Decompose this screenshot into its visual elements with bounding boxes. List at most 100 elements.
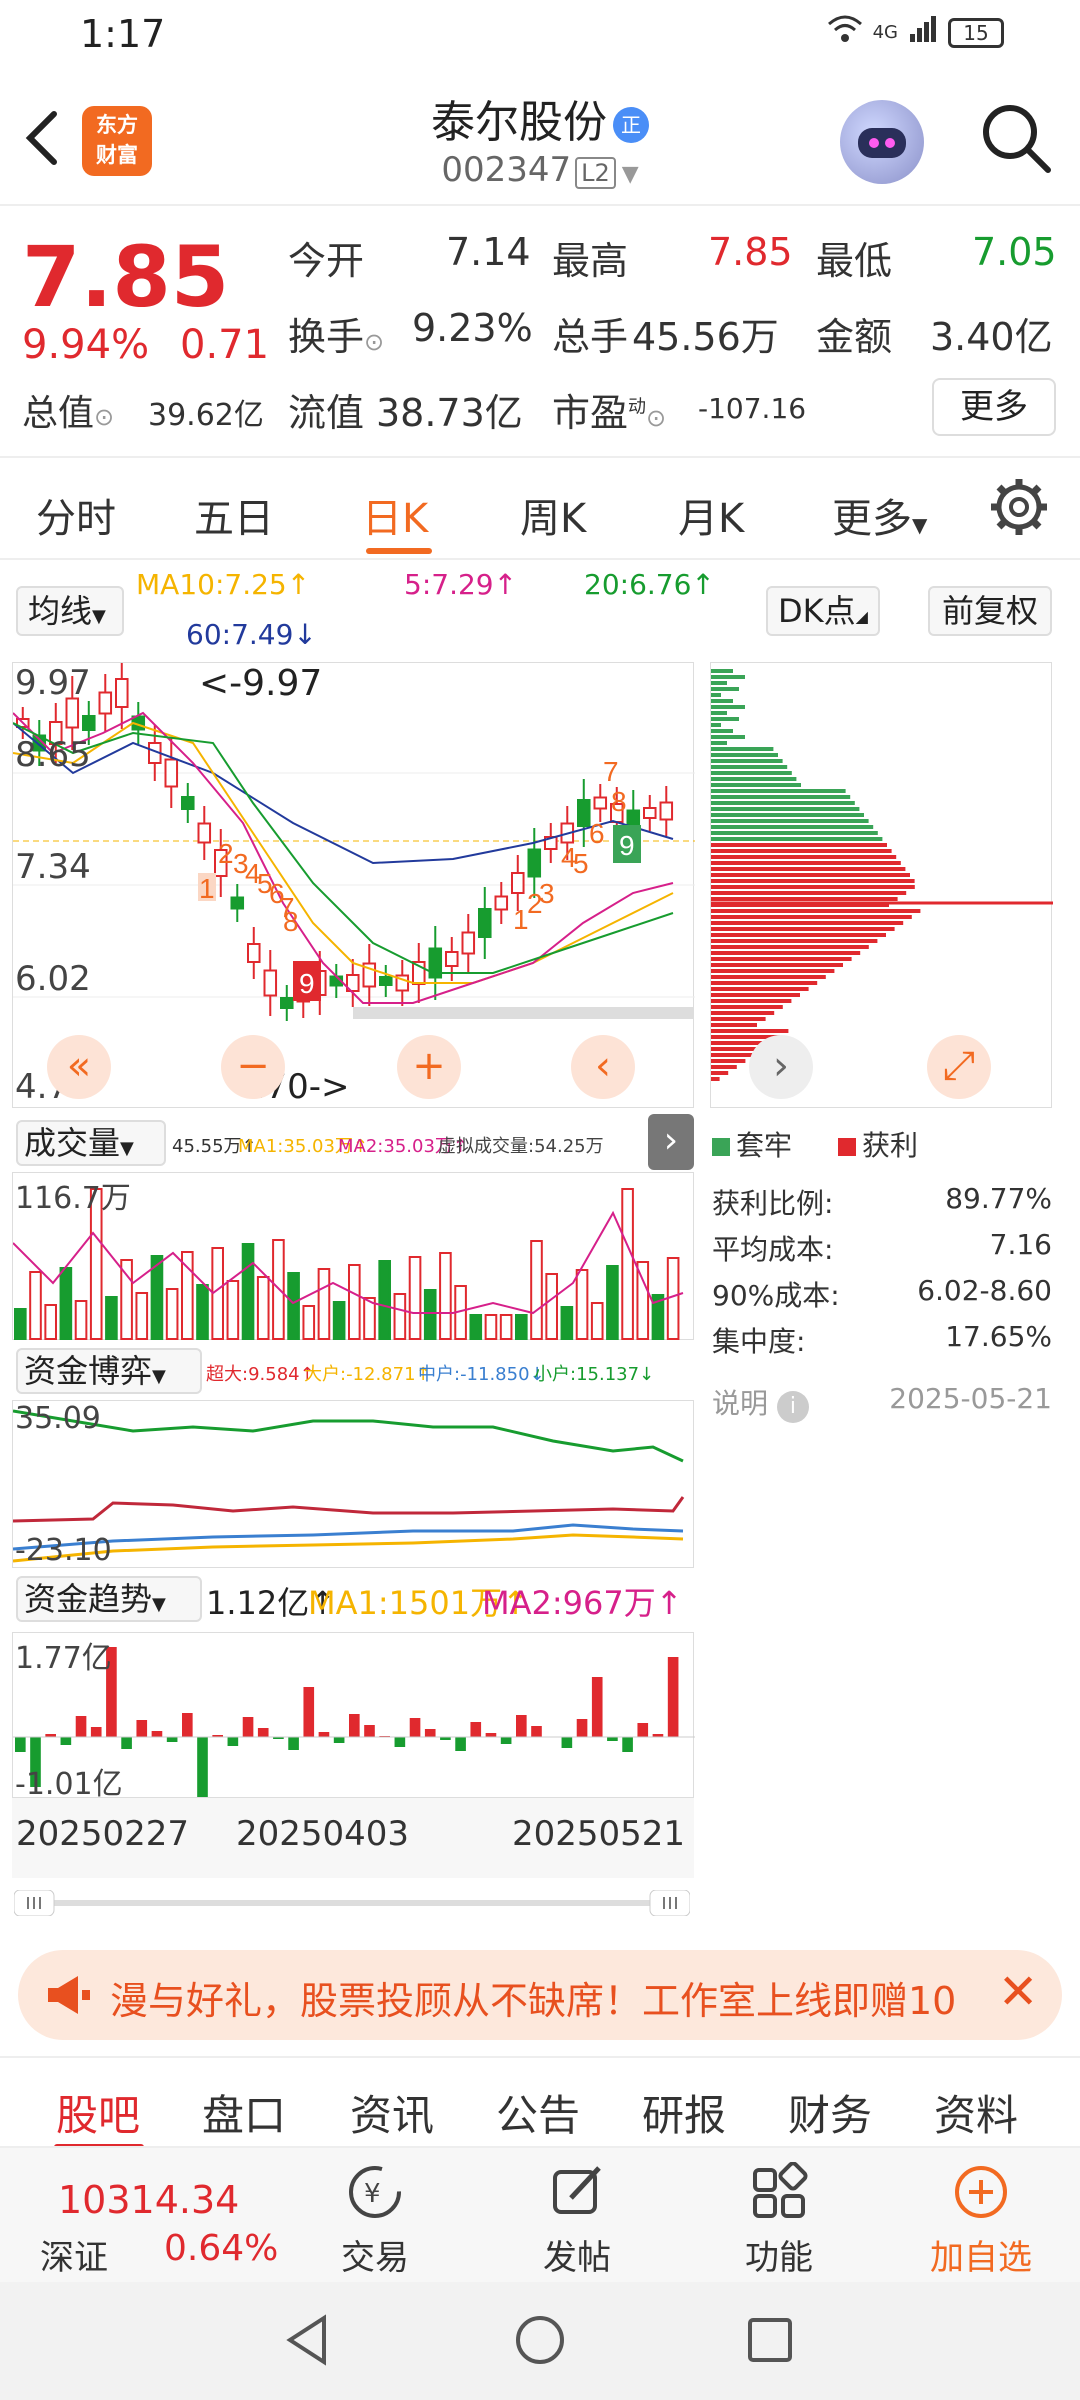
volume-bar — [606, 1265, 619, 1340]
trend-bar — [90, 1727, 102, 1737]
volume-indicator-select[interactable]: 成交量▼ — [16, 1120, 166, 1166]
volume-y-max: 116.7万 — [15, 1181, 131, 1216]
chip-bar — [711, 831, 878, 835]
chip-bar — [711, 1017, 766, 1021]
tab-daily-k[interactable]: 日K — [362, 486, 428, 544]
tab-financials[interactable]: 财务 — [788, 2082, 872, 2143]
expand-icon[interactable]: ⤢ — [927, 1035, 991, 1099]
volume-bar — [59, 1267, 73, 1340]
chip-bar — [711, 1053, 754, 1057]
concentration-row: 集中度: 17.65% — [712, 1320, 1052, 1358]
svg-text:2: 2 — [218, 838, 234, 869]
info-icon: i — [776, 1391, 809, 1423]
tab-weekly-k[interactable]: 周K — [520, 486, 586, 544]
tab-order-book[interactable]: 盘口 — [202, 2082, 286, 2143]
max-marker: <-9.97 — [199, 663, 323, 704]
candle — [197, 822, 212, 844]
tab-forum[interactable]: 股吧 — [56, 2082, 140, 2143]
tab-news[interactable]: 资讯 — [350, 2082, 434, 2143]
zoom-out-button[interactable]: − — [221, 1035, 285, 1099]
nav-back-icon[interactable] — [280, 2312, 336, 2372]
dk-point-button[interactable]: DK点◢ — [766, 586, 880, 636]
chip-bar — [711, 909, 921, 913]
functions-button[interactable]: 功能 — [714, 2161, 844, 2279]
fund-game-chart[interactable]: 35.09 -23.10 — [12, 1400, 694, 1568]
robot-assistant-icon[interactable] — [840, 100, 924, 184]
scroll-left-button[interactable]: ‹ — [571, 1035, 635, 1099]
chip-bar — [711, 963, 843, 967]
info-icon[interactable]: ⊙ — [646, 404, 666, 432]
more-button[interactable]: 更多 — [932, 378, 1056, 436]
gear-icon[interactable] — [988, 476, 1050, 538]
svg-text:7: 7 — [603, 756, 619, 787]
svg-text:1: 1 — [199, 873, 215, 904]
info-icon[interactable]: ⊙ — [364, 328, 384, 356]
tab-more[interactable]: 更多▼ — [832, 486, 927, 544]
trade-button[interactable]: ¥ 交易 — [310, 2162, 440, 2279]
volume-chart[interactable]: 116.7万 — [12, 1172, 694, 1340]
chip-bar — [711, 765, 788, 769]
amount-label: 金额 — [816, 315, 893, 359]
scroll-left-fast-button[interactable]: « — [47, 1035, 111, 1099]
info-icon[interactable]: ⊙ — [94, 403, 114, 431]
y-tick: 7.34 — [15, 847, 91, 887]
volume-bar — [256, 1276, 270, 1340]
volume-bar — [348, 1264, 361, 1340]
promo-banner[interactable]: 漫与好礼，股票投顾从不缺席！工作室上线即赠10 ✕ — [18, 1950, 1062, 2040]
fund-trend-select[interactable]: 资金趋势▼ — [16, 1576, 202, 1622]
close-icon[interactable]: ✕ — [998, 1964, 1038, 2020]
tab-five-day[interactable]: 五日 — [194, 486, 274, 544]
candle — [478, 908, 492, 938]
kline-chart[interactable]: 1 9 9 78654321 2345678 9.97 8.65 7.34 6.… — [12, 657, 695, 1108]
tab-intraday[interactable]: 分时 — [36, 486, 116, 544]
search-icon[interactable] — [978, 100, 1054, 176]
fund-y-max: 35.09 — [15, 1401, 101, 1436]
tab-monthly-k[interactable]: 月K — [678, 486, 744, 544]
fund-large: 大户:-12.871↑ — [304, 1364, 431, 1385]
candle — [379, 976, 393, 986]
fund-game-select[interactable]: 资金博弈▼ — [16, 1348, 202, 1394]
chip-bar — [711, 855, 897, 859]
tab-research[interactable]: 研报 — [642, 2082, 726, 2143]
tab-announcements[interactable]: 公告 — [496, 2082, 580, 2143]
chip-bar — [711, 843, 887, 847]
volume-bar — [590, 1302, 604, 1340]
index-ticker[interactable]: 10314.34 深证 0.64% — [0, 2148, 300, 2284]
zoom-in-button[interactable]: + — [397, 1035, 461, 1099]
svg-text:6: 6 — [589, 818, 605, 849]
y-tick: 8.65 — [15, 735, 91, 775]
volume-label: 总手 — [552, 315, 629, 359]
trend-y-min: -1.01亿 — [15, 1767, 123, 1802]
adjust-mode-button[interactable]: 前复权 — [928, 586, 1053, 636]
add-watchlist-button[interactable]: 加自选 — [916, 2162, 1046, 2279]
chevron-right-icon[interactable]: › — [749, 1035, 813, 1099]
chip-bar — [711, 711, 727, 715]
chart-range-slider[interactable] — [13, 1889, 691, 1917]
chip-distribution-chart[interactable]: › ⤢ — [710, 662, 1053, 1108]
tab-profile[interactable]: 资料 — [934, 2082, 1018, 2143]
trend-bar — [531, 1726, 542, 1737]
pe-label: 市盈动⊙ — [552, 391, 667, 435]
indicator-select[interactable]: 均线▼ — [16, 586, 124, 636]
post-button[interactable]: 发帖 — [512, 2162, 642, 2279]
volume-bar — [484, 1314, 498, 1340]
fund-trend-chart[interactable]: 1.77亿 -1.01亿 — [12, 1632, 695, 1802]
nav-recents-icon[interactable] — [742, 2312, 798, 2372]
trend-bar — [242, 1717, 254, 1737]
candle — [445, 951, 459, 967]
tab-underline — [366, 548, 432, 554]
volume-bar — [44, 1304, 57, 1340]
chevron-right-icon[interactable]: › — [648, 1114, 694, 1170]
trend-bar — [576, 1719, 588, 1737]
chip-bar — [711, 801, 855, 805]
volume-bar — [196, 1284, 209, 1340]
note-row[interactable]: 说明 i 2025-05-21 — [712, 1382, 1052, 1423]
wifi-icon — [827, 14, 863, 51]
y-tick: 6.02 — [15, 959, 91, 999]
chip-bar — [711, 939, 878, 943]
chip-bar — [711, 999, 792, 1003]
nav-home-icon[interactable] — [512, 2312, 568, 2372]
trend-bar — [364, 1725, 375, 1737]
volume-bar — [226, 1280, 240, 1340]
avg-cost-row: 平均成本: 7.16 — [712, 1228, 1052, 1266]
